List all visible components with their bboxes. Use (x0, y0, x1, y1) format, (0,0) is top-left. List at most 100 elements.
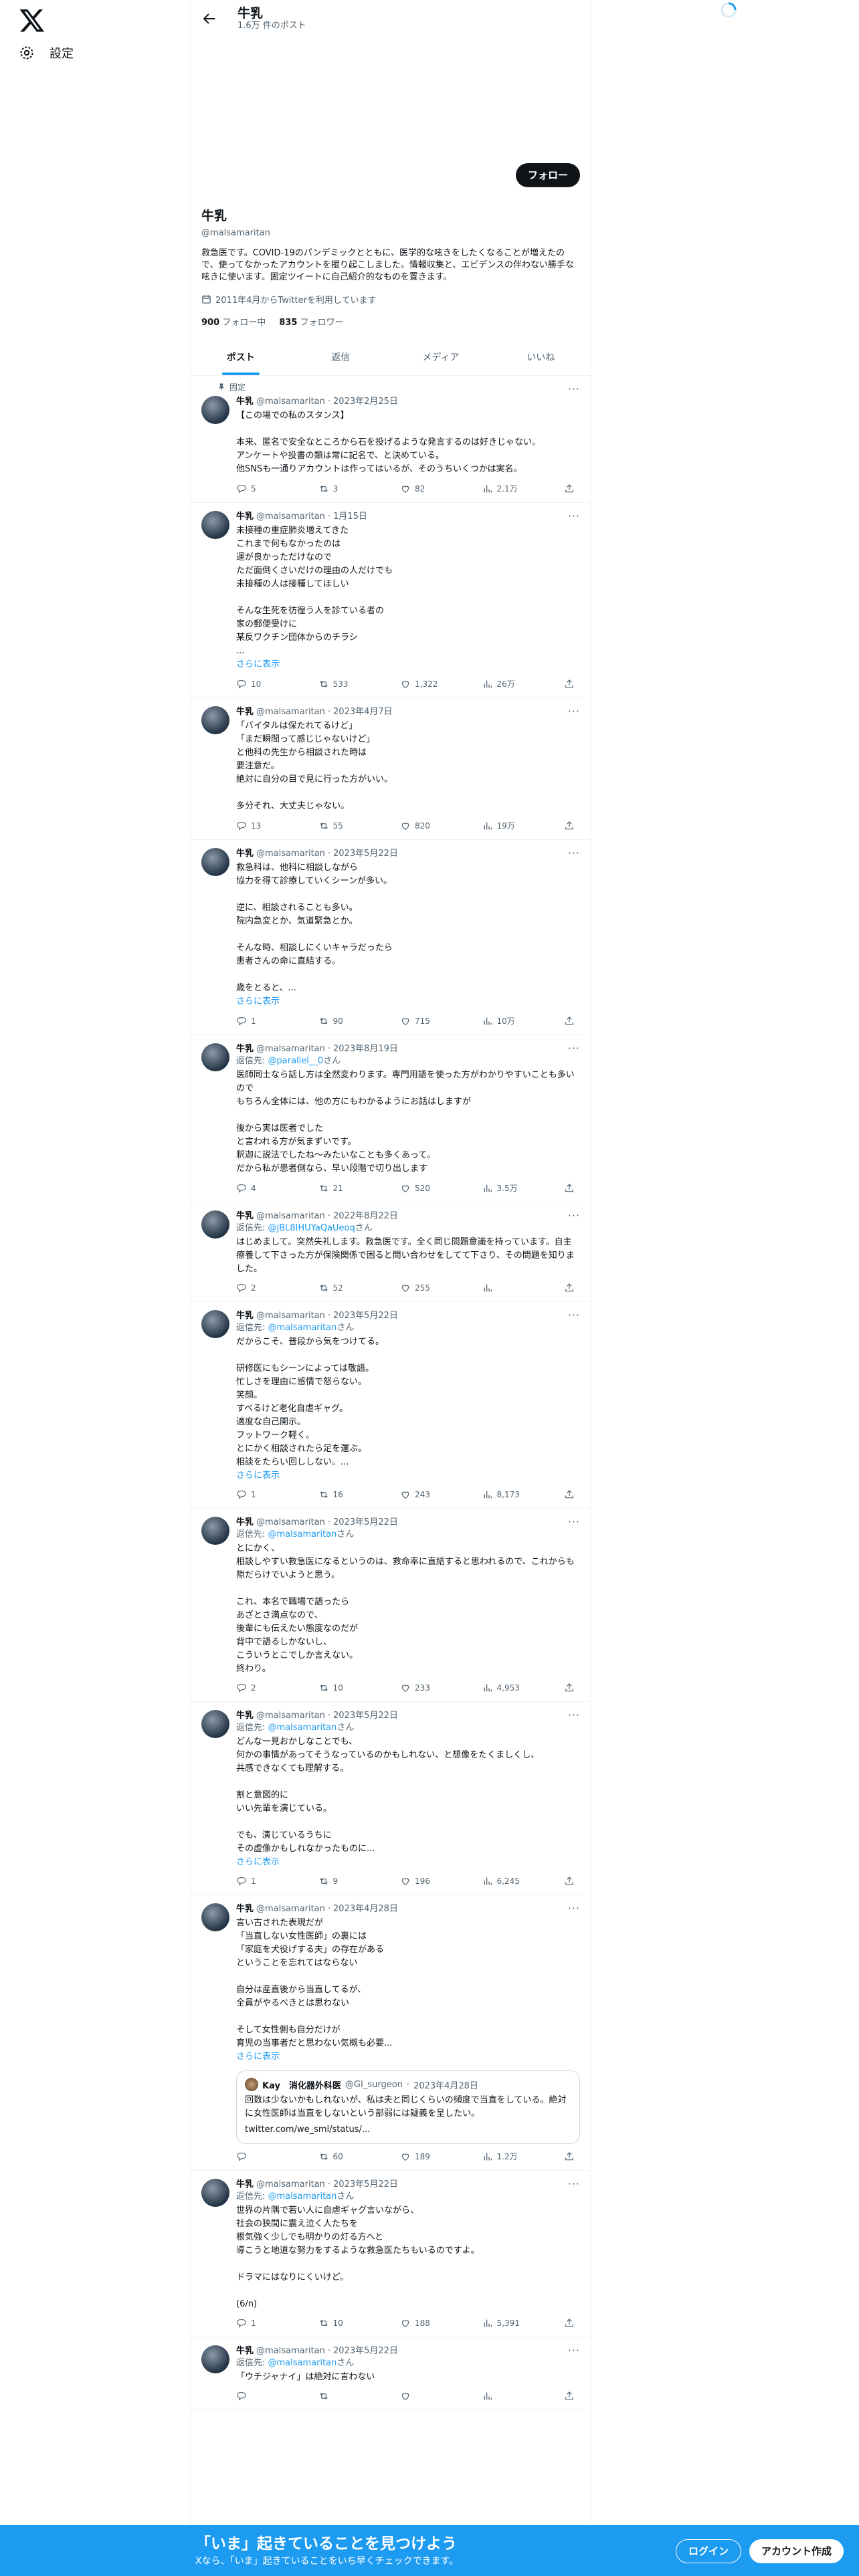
like-button[interactable]: 255 (400, 1283, 440, 1293)
reply-button[interactable]: 13 (236, 820, 276, 831)
views-button[interactable]: 2.1万 (482, 483, 522, 494)
tweet[interactable]: 牛乳 @malsamaritan · 2023年5月22日 返信先: @malsamar… (191, 2171, 591, 2337)
tweet-author-handle[interactable]: @malsamaritan (256, 511, 325, 523)
tweet[interactable]: 牛乳 @malsamaritan · 2023年4月28日 言い古された表現だが 「当直… (191, 1895, 591, 2171)
retweet-button[interactable]: 533 (318, 678, 359, 689)
avatar[interactable] (201, 2345, 229, 2373)
tweet-author-handle[interactable]: @malsamaritan (256, 706, 325, 718)
reply-to-handle[interactable]: @malsamaritan (268, 1323, 337, 1333)
share-button[interactable] (564, 678, 575, 689)
like-button[interactable]: 82 (400, 483, 440, 494)
tweet-author-name[interactable]: 牛乳 (236, 2345, 254, 2357)
views-button[interactable]: 26万 (482, 678, 522, 689)
tweet-author-handle[interactable]: @malsamaritan (256, 2179, 325, 2191)
share-button[interactable] (564, 1182, 575, 1194)
reply-to-handle[interactable]: @jBL8IHUYaQaUeoq (268, 1223, 355, 1233)
tweet-date[interactable]: 2023年5月22日 (333, 2179, 398, 2191)
tweet-date[interactable]: 2023年5月22日 (333, 1517, 398, 1529)
more-icon[interactable]: ··· (568, 1309, 580, 1321)
x-logo-icon[interactable] (19, 7, 45, 33)
more-icon[interactable]: ··· (568, 383, 580, 395)
tweet-date[interactable]: 2023年8月19日 (333, 1043, 398, 1055)
tweet[interactable]: 牛乳 @malsamaritan · 2023年5月22日 返信先: @malsamar… (191, 1702, 591, 1895)
like-button[interactable]: 1,322 (400, 678, 440, 689)
tab-replies[interactable]: 返信 (291, 340, 391, 375)
retweet-button[interactable]: 55 (318, 820, 359, 831)
reply-button[interactable]: 4 (236, 1182, 276, 1194)
reply-button[interactable]: 1 (236, 1489, 276, 1500)
following-link[interactable]: 900 フォロー中 (201, 315, 266, 328)
tweet-author-handle[interactable]: @malsamaritan (256, 1903, 325, 1915)
views-button[interactable]: 5,391 (482, 2318, 522, 2329)
like-button[interactable]: 188 (400, 2318, 440, 2329)
reply-to-handle[interactable]: @malsamaritan (268, 2358, 337, 2368)
retweet-button[interactable] (318, 2391, 359, 2401)
tab-posts[interactable]: ポスト (191, 340, 291, 375)
show-more-link[interactable]: さらに表示 (236, 2050, 580, 2064)
avatar[interactable] (201, 396, 229, 424)
retweet-button[interactable]: 21 (318, 1182, 359, 1194)
tab-media[interactable]: メディア (391, 340, 491, 375)
reply-to-handle[interactable]: @malsamaritan (268, 1723, 337, 1733)
more-icon[interactable]: ··· (568, 705, 580, 718)
avatar[interactable] (201, 511, 229, 539)
views-button[interactable] (482, 1283, 522, 1293)
views-button[interactable]: 6,245 (482, 1876, 522, 1887)
tweet-author-handle[interactable]: @malsamaritan (256, 1210, 325, 1222)
avatar[interactable] (201, 1310, 229, 1338)
avatar[interactable] (201, 1517, 229, 1545)
views-button[interactable]: 8,173 (482, 1489, 522, 1500)
reply-button[interactable] (236, 2391, 276, 2401)
quoted-tweet[interactable]: Kay 消化器外科医 @GI_surgeon · 2023年4月28日 回数は少ないかも… (236, 2070, 580, 2144)
more-icon[interactable]: ··· (568, 1902, 580, 1915)
retweet-button[interactable]: 90 (318, 1015, 359, 1027)
tweet-author-handle[interactable]: @malsamaritan (256, 1517, 325, 1529)
reply-button[interactable]: 1 (236, 2318, 276, 2329)
tweet-date[interactable]: 2023年5月22日 (333, 848, 398, 860)
reply-button[interactable]: 1 (236, 1876, 276, 1887)
like-button[interactable]: 243 (400, 1489, 440, 1500)
share-button[interactable] (564, 2318, 575, 2329)
more-icon[interactable]: ··· (568, 1515, 580, 1528)
tweet[interactable]: 牛乳 @malsamaritan · 2023年5月22日 返信先: @malsamar… (191, 2337, 591, 2410)
tweet-author-name[interactable]: 牛乳 (236, 848, 254, 860)
tweet-author-name[interactable]: 牛乳 (236, 2179, 254, 2191)
tweet[interactable]: 牛乳 @malsamaritan · 1月15日 未接種の重症肺炎増えてきた これまで何… (191, 503, 591, 698)
tweet-author-handle[interactable]: @malsamaritan (256, 1043, 325, 1055)
reply-button[interactable]: 5 (236, 483, 276, 494)
tweet-date[interactable]: 2023年4月7日 (333, 706, 393, 718)
share-button[interactable] (564, 820, 575, 831)
like-button[interactable]: 189 (400, 2151, 440, 2162)
tweet-author-handle[interactable]: @malsamaritan (256, 1310, 325, 1322)
retweet-button[interactable]: 9 (318, 1876, 359, 1887)
avatar[interactable] (201, 2179, 229, 2207)
avatar[interactable] (201, 1903, 229, 1931)
tweet-author-name[interactable]: 牛乳 (236, 1043, 254, 1055)
views-button[interactable] (482, 2391, 522, 2401)
tab-likes[interactable]: いいね (491, 340, 591, 375)
tweet[interactable]: 牛乳 @malsamaritan · 2023年8月19日 返信先: @parallel… (191, 1035, 591, 1202)
avatar[interactable] (201, 1210, 229, 1239)
share-button[interactable] (564, 1283, 575, 1293)
tweet-author-name[interactable]: 牛乳 (236, 1903, 254, 1915)
reply-button[interactable] (236, 2151, 276, 2162)
login-button[interactable]: ログイン (676, 2539, 742, 2563)
follow-button[interactable]: フォロー (515, 163, 580, 187)
reply-button[interactable]: 1 (236, 1015, 276, 1027)
like-button[interactable]: 715 (400, 1015, 440, 1027)
reply-to-handle[interactable]: @parallel__0 (268, 1056, 324, 1066)
avatar[interactable] (201, 1710, 229, 1738)
more-icon[interactable]: ··· (568, 1209, 580, 1222)
tweet[interactable]: 牛乳 @malsamaritan · 2022年8月22日 返信先: @jBL8IHUY… (191, 1202, 591, 1302)
avatar[interactable] (201, 848, 229, 876)
tweet-author-name[interactable]: 牛乳 (236, 511, 254, 523)
retweet-button[interactable]: 10 (318, 2318, 359, 2329)
tweet[interactable]: 牛乳 @malsamaritan · 2023年5月22日 返信先: @malsamar… (191, 1509, 591, 1702)
retweet-button[interactable]: 10 (318, 1683, 359, 1693)
share-button[interactable] (564, 1015, 575, 1027)
followers-link[interactable]: 835 フォロワー (279, 315, 343, 328)
tweet-author-name[interactable]: 牛乳 (236, 1210, 254, 1222)
settings-link[interactable]: 設定 (19, 44, 74, 62)
more-icon[interactable]: ··· (568, 2344, 580, 2357)
tweet[interactable]: 固定 牛乳 @malsamaritan · 2023年2月25日 【この場での私のスタンス… (191, 376, 591, 503)
